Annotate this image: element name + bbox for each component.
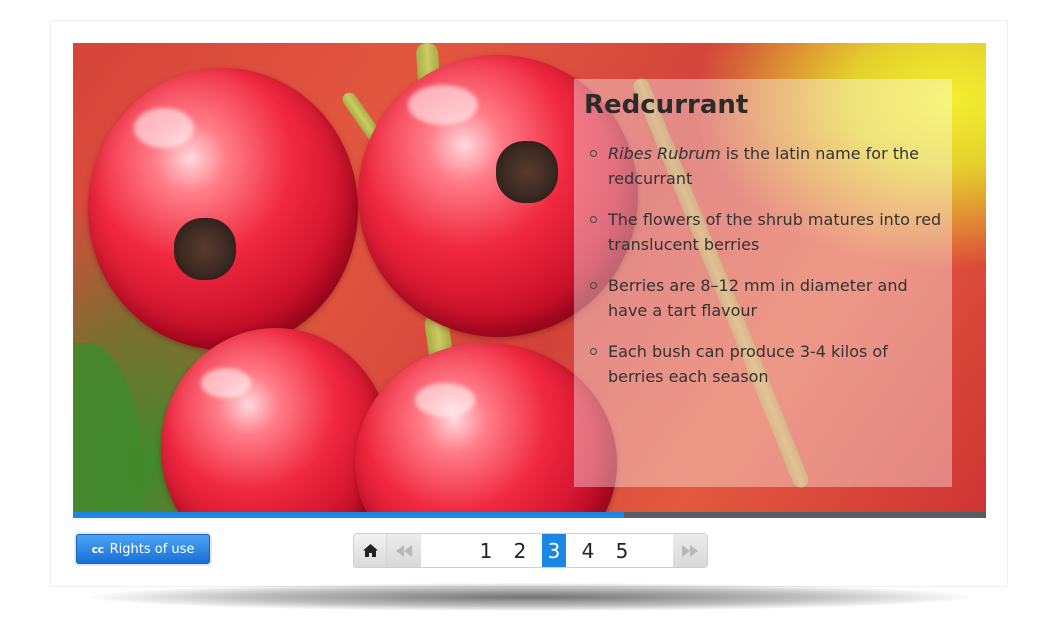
bullet-icon bbox=[590, 348, 597, 355]
page-button-1[interactable]: 1 bbox=[474, 534, 498, 567]
page-button-3[interactable]: 3 bbox=[542, 534, 566, 567]
latin-name: Ribes Rubrum bbox=[608, 144, 721, 163]
list-item: Each bush can produce 3-4 kilos of berri… bbox=[590, 339, 942, 389]
list-item: Ribes Rubrum is the latin name for the r… bbox=[590, 141, 942, 191]
list-item-text: Each bush can produce 3-4 kilos of berri… bbox=[608, 342, 888, 386]
cc-icon: cc bbox=[91, 542, 105, 556]
list-item-text: The flowers of the shrub matures into re… bbox=[608, 210, 942, 254]
home-button[interactable] bbox=[354, 534, 387, 567]
rights-of-use-button[interactable]: cc Rights of use bbox=[76, 534, 210, 564]
rewind-icon bbox=[396, 544, 412, 557]
bullet-icon bbox=[590, 282, 597, 289]
next-button[interactable] bbox=[673, 534, 707, 567]
list-item: The flowers of the shrub matures into re… bbox=[590, 207, 942, 257]
fact-list: Ribes Rubrum is the latin name for the r… bbox=[584, 141, 942, 389]
page-button-4[interactable]: 4 bbox=[576, 534, 600, 567]
berry bbox=[88, 68, 358, 350]
slide-pager: 12345 bbox=[353, 533, 708, 568]
slide-progress-bar[interactable] bbox=[73, 512, 986, 518]
frame-shadow bbox=[90, 583, 970, 611]
progress-fill bbox=[73, 512, 624, 518]
rights-of-use-label: Rights of use bbox=[109, 541, 195, 557]
bullet-icon bbox=[590, 216, 597, 223]
page-button-2[interactable]: 2 bbox=[508, 534, 532, 567]
home-icon bbox=[362, 544, 378, 557]
page-numbers: 12345 bbox=[421, 534, 673, 567]
bullet-icon bbox=[590, 150, 597, 157]
slide-title: Redcurrant bbox=[584, 90, 749, 120]
info-panel: Redcurrant Ribes Rubrum is the latin nam… bbox=[574, 79, 952, 487]
list-item-text: Berries are 8–12 mm in diameter and have… bbox=[608, 276, 908, 320]
previous-button[interactable] bbox=[387, 534, 421, 567]
page-button-5[interactable]: 5 bbox=[610, 534, 634, 567]
leaf bbox=[73, 343, 143, 512]
fast-forward-icon bbox=[682, 544, 698, 557]
list-item: Berries are 8–12 mm in diameter and have… bbox=[590, 273, 942, 323]
